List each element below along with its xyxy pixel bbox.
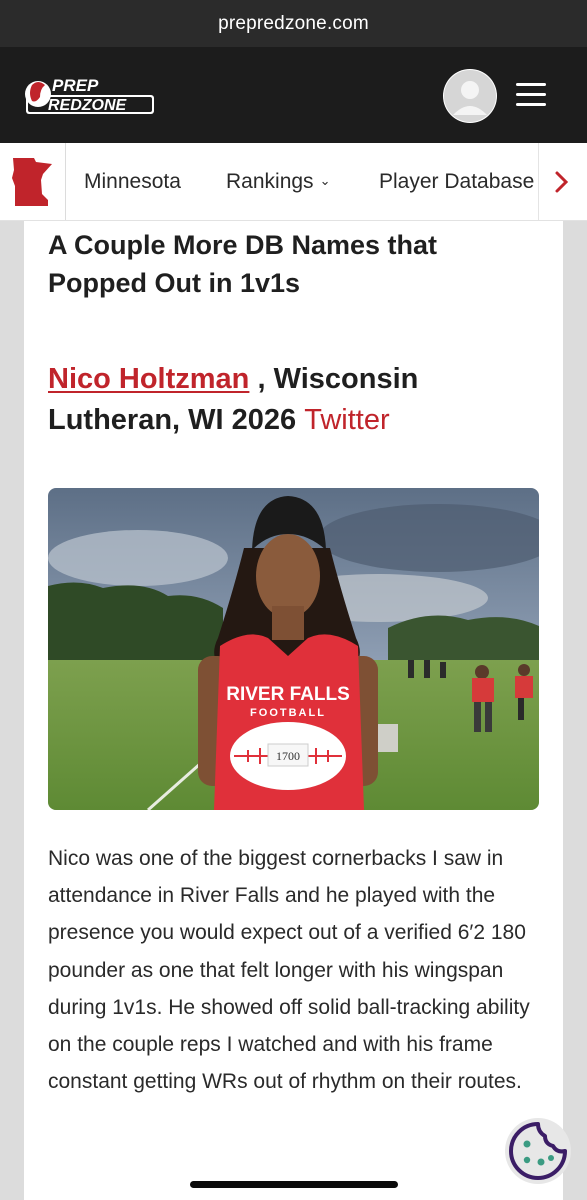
number-tag-text: 1700 — [276, 749, 300, 763]
home-indicator — [190, 1181, 398, 1188]
site-header: PREP REDZONE — [0, 47, 587, 143]
player-photo: RIVER FALLS FOOTBALL 1700 — [48, 488, 539, 810]
url-text[interactable]: prepredzone.com — [218, 13, 369, 35]
browser-url-bar[interactable]: prepredzone.com — [0, 0, 587, 47]
user-icon — [444, 70, 496, 122]
jersey-text-sport: FOOTBALL — [250, 707, 326, 719]
chevron-down-icon: ⌄ — [319, 173, 331, 188]
right-gutter — [563, 221, 587, 1200]
hamburger-menu-icon[interactable] — [516, 81, 550, 109]
player-line: Nico Holtzman , Wisconsin Lutheran, WI 2… — [48, 359, 548, 441]
cookie-icon — [509, 1122, 567, 1180]
article-heading: A Couple More DB Names that Popped Out i… — [48, 230, 438, 298]
prep-redzone-logo[interactable]: PREP REDZONE — [24, 73, 158, 117]
jersey-text-team: RIVER FALLS — [226, 684, 350, 705]
twitter-link[interactable]: Twitter — [304, 404, 389, 436]
nav-item-rankings[interactable]: Rankings ⌄ — [226, 170, 330, 194]
category-nav: Minnesota Rankings ⌄ Player Database — [0, 143, 587, 221]
left-gutter — [0, 221, 24, 1200]
nav-item-minnesota[interactable]: Minnesota — [84, 170, 181, 194]
logo-text-redzone: REDZONE — [48, 97, 128, 114]
nav-item-player-database[interactable]: Player Database — [379, 170, 534, 194]
chevron-right-icon[interactable] — [552, 165, 574, 204]
minnesota-state-icon[interactable] — [0, 143, 66, 220]
logo-text-prep: PREP — [52, 76, 99, 95]
user-avatar[interactable] — [443, 69, 497, 123]
cookie-settings-button[interactable] — [505, 1118, 571, 1184]
player-name-link[interactable]: Nico Holtzman — [48, 363, 249, 395]
article-body: Nico was one of the biggest cornerbacks … — [48, 847, 530, 1094]
